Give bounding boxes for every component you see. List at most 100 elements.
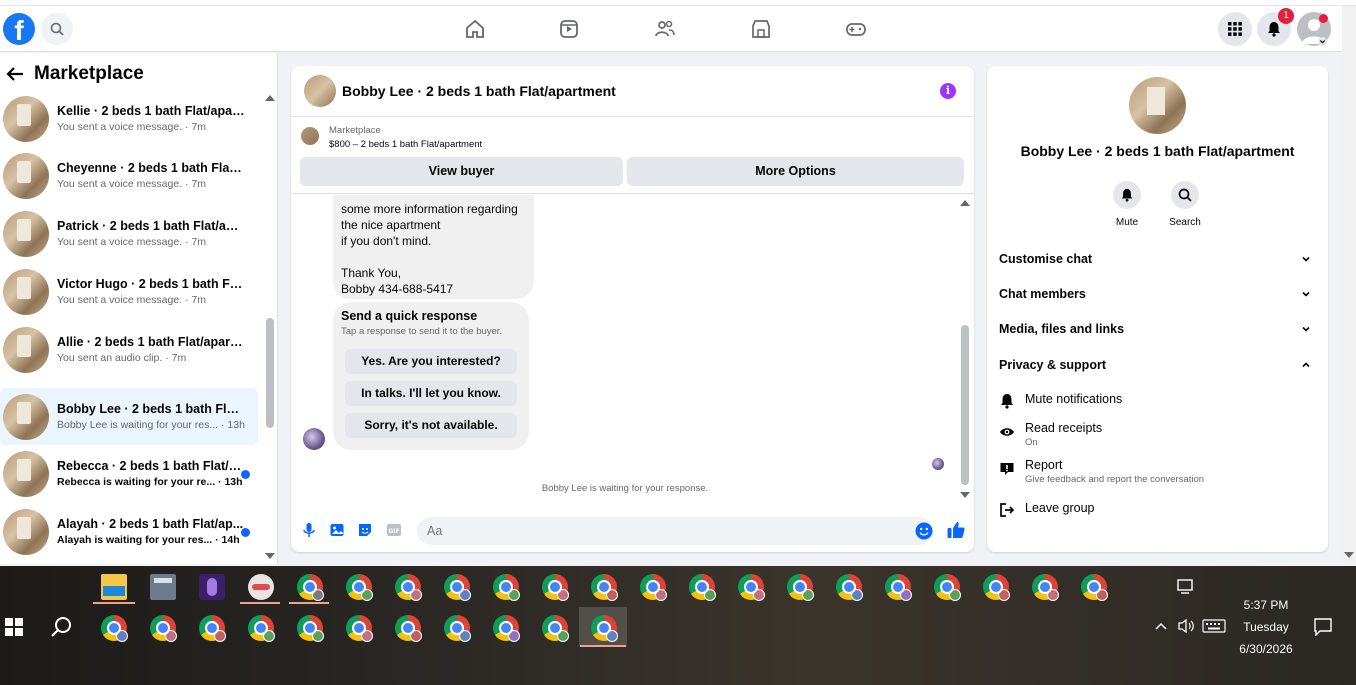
menu-button[interactable] xyxy=(1218,12,1252,46)
page-scrollbar[interactable] xyxy=(1342,6,1356,564)
chrome-profile-icon[interactable] xyxy=(983,574,1010,601)
back-arrow-icon[interactable] xyxy=(6,66,24,82)
snipping-tool-icon[interactable] xyxy=(248,574,274,600)
chat-scroll-down-icon[interactable] xyxy=(960,492,970,498)
quick-response-option[interactable]: Yes. Are you interested? xyxy=(345,349,517,374)
chrome-profile-icon[interactable] xyxy=(248,615,275,642)
windows-start-icon[interactable] xyxy=(5,618,23,636)
mouse-app-icon[interactable] xyxy=(199,574,225,600)
calculator-icon[interactable] xyxy=(150,574,176,600)
chrome-profile-icon[interactable] xyxy=(493,615,520,642)
chrome-profile-icon[interactable] xyxy=(346,615,373,642)
keyboard-icon[interactable] xyxy=(1202,619,1226,633)
section-privacy-support[interactable]: Privacy & support xyxy=(999,358,1317,372)
gaming-icon[interactable] xyxy=(845,18,867,40)
listing-avatar-large[interactable] xyxy=(1129,77,1186,134)
chrome-profile-icon[interactable] xyxy=(444,574,471,601)
chrome-profile-icon[interactable] xyxy=(542,574,569,601)
sender-avatar[interactable] xyxy=(303,428,325,450)
chat-scroll-up-icon[interactable] xyxy=(960,200,970,206)
chrome-profile-icon[interactable] xyxy=(1081,574,1108,601)
conversation-title: Patrick · 2 beds 1 bath Flat/apar... xyxy=(57,219,245,233)
photo-icon[interactable] xyxy=(329,522,345,538)
section-chat-members[interactable]: Chat members xyxy=(999,287,1317,301)
chrome-profile-icon[interactable] xyxy=(395,615,422,642)
chevron-down-icon[interactable] xyxy=(1318,37,1327,46)
conversation-item[interactable]: Victor Hugo · 2 beds 1 bath Flat... You s… xyxy=(0,263,258,320)
listing-price[interactable]: $800 – 2 beds 1 bath Flat/apartment xyxy=(329,139,482,150)
chrome-profile-icon[interactable] xyxy=(150,615,177,642)
search-action[interactable]: Search xyxy=(1155,181,1215,228)
chrome-profile-icon[interactable] xyxy=(101,615,128,642)
volume-icon[interactable] xyxy=(1177,618,1195,634)
conversation-item[interactable]: Rebecca · 2 beds 1 bath Flat/a... Rebecca… xyxy=(0,445,258,502)
chrome-profile-icon[interactable] xyxy=(787,574,814,601)
mute-notifications-item[interactable]: Mute notifications xyxy=(999,392,1317,412)
search-button[interactable] xyxy=(41,13,73,45)
home-icon[interactable] xyxy=(464,18,486,40)
like-thumb-icon[interactable] xyxy=(946,520,966,540)
grid-menu-icon xyxy=(1228,22,1242,36)
conversation-item[interactable]: Alayah · 2 beds 1 bath Flat/ap... Alayah … xyxy=(0,503,258,560)
marketplace-icon[interactable] xyxy=(750,18,772,40)
chrome-profile-icon[interactable] xyxy=(493,574,520,601)
groups-icon[interactable] xyxy=(654,18,676,40)
conversation-item[interactable]: Allie · 2 beds 1 bath Flat/apartm... You … xyxy=(0,321,258,378)
facebook-logo-icon[interactable]: f xyxy=(3,13,35,45)
chevron-up-icon[interactable] xyxy=(1155,621,1167,631)
video-icon[interactable] xyxy=(558,18,580,40)
scroll-down-arrow-icon[interactable] xyxy=(1344,552,1354,558)
chat-listing-avatar[interactable] xyxy=(304,75,336,107)
read-receipts-item[interactable]: Read receipts On xyxy=(999,421,1317,451)
chrome-profile-icon[interactable] xyxy=(885,574,912,601)
chrome-profile-icon-active[interactable] xyxy=(591,615,618,642)
emoji-icon[interactable] xyxy=(915,522,933,540)
chat-scrollbar-thumb[interactable] xyxy=(961,325,969,485)
file-explorer-icon[interactable] xyxy=(101,574,127,600)
microphone-icon[interactable] xyxy=(301,522,317,538)
section-customise-chat[interactable]: Customise chat xyxy=(999,252,1317,266)
leave-group-item[interactable]: Leave group xyxy=(999,501,1317,521)
item-title: Leave group xyxy=(1025,501,1095,515)
sticker-icon[interactable] xyxy=(357,522,373,538)
action-center-icon[interactable] xyxy=(1314,618,1332,636)
chrome-profile-icon[interactable] xyxy=(934,574,961,601)
chrome-profile-icon[interactable] xyxy=(297,574,324,601)
taskbar-search-icon[interactable] xyxy=(51,616,73,638)
report-item[interactable]: Report Give feedback and report the conv… xyxy=(999,458,1317,488)
more-options-button[interactable]: More Options xyxy=(627,157,964,186)
conversation-item[interactable]: Patrick · 2 beds 1 bath Flat/apar... You … xyxy=(0,205,258,262)
quick-response-option[interactable]: Sorry, it's not available. xyxy=(345,413,517,438)
chrome-profile-icon[interactable] xyxy=(836,574,863,601)
chrome-profile-icon[interactable] xyxy=(346,574,373,601)
chrome-profile-icon[interactable] xyxy=(395,574,422,601)
view-buyer-button[interactable]: View buyer xyxy=(300,157,623,186)
conversation-item-active[interactable]: Bobby Lee · 2 beds 1 bath Flat/a... Bobby… xyxy=(0,388,258,445)
conversation-item[interactable]: Kellie · 2 beds 1 bath Flat/apart... You … xyxy=(0,90,258,147)
quick-response-option[interactable]: In talks. I'll let you know. xyxy=(345,381,517,406)
chrome-profile-icon[interactable] xyxy=(689,574,716,601)
message-input[interactable] xyxy=(417,517,933,545)
chrome-profile-icon[interactable] xyxy=(297,615,324,642)
chat-title[interactable]: Bobby Lee · 2 beds 1 bath Flat/apartment xyxy=(342,83,616,99)
chrome-profile-icon[interactable] xyxy=(640,574,667,601)
chrome-profile-icon[interactable] xyxy=(738,574,765,601)
chrome-profile-icon[interactable] xyxy=(1032,574,1059,601)
mute-action[interactable]: Mute xyxy=(1097,181,1157,228)
list-scrollbar-thumb[interactable] xyxy=(266,318,274,428)
list-scroll-down-icon[interactable] xyxy=(265,553,275,559)
gif-icon[interactable]: GIF xyxy=(386,522,402,538)
chrome-profile-icon[interactable] xyxy=(542,615,569,642)
message-line: Bobby 434-688-5417 xyxy=(341,282,454,296)
clock-date[interactable]: 6/30/2026 xyxy=(1236,642,1296,656)
chrome-profile-icon[interactable] xyxy=(199,615,226,642)
clock-day[interactable]: Tuesday xyxy=(1240,620,1292,634)
clock-time[interactable]: 5:37 PM xyxy=(1240,598,1292,612)
info-icon[interactable]: i xyxy=(940,83,956,99)
chrome-profile-icon[interactable] xyxy=(591,574,618,601)
chrome-profile-icon[interactable] xyxy=(444,615,471,642)
desktop-display-icon[interactable] xyxy=(1177,579,1195,595)
section-media-files-links[interactable]: Media, files and links xyxy=(999,322,1317,336)
conversation-item[interactable]: Cheyenne · 2 beds 1 bath Flat/a... You se… xyxy=(0,147,258,204)
list-scroll-up-icon[interactable] xyxy=(265,95,275,101)
